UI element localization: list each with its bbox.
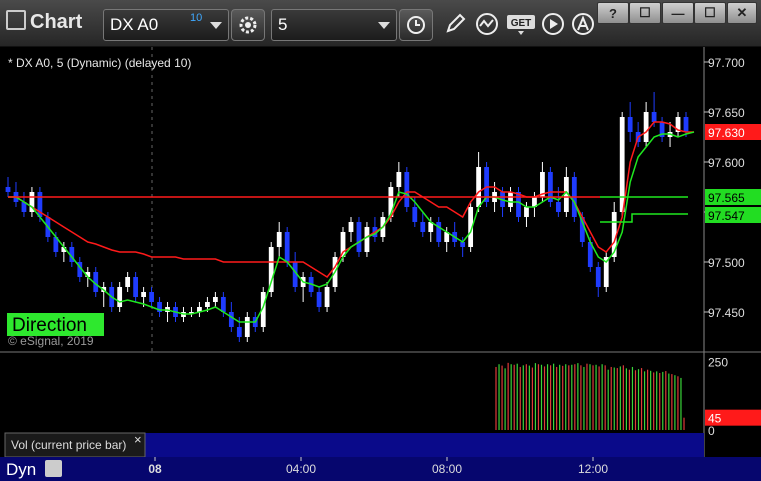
candle-body	[324, 287, 330, 307]
candle-body	[276, 232, 282, 247]
candle-body	[212, 297, 218, 302]
candle-body	[508, 192, 513, 207]
status-label: Dyn	[6, 460, 36, 479]
time-tick-label: 04:00	[286, 462, 316, 476]
time-axis-bar	[0, 457, 761, 481]
candle-body	[436, 222, 442, 242]
candle-body	[651, 112, 657, 122]
candle-body	[149, 292, 154, 302]
candle-body	[643, 112, 649, 142]
candle-body	[595, 267, 601, 287]
candle-body	[356, 222, 362, 252]
price-label: 97.630	[708, 126, 745, 140]
time-tick-label: 12:00	[578, 462, 608, 476]
volume-tick-label: 0	[708, 424, 715, 438]
direction-label: Direction	[12, 315, 87, 336]
candle-body	[236, 327, 242, 337]
volume-current-label: 45	[708, 412, 722, 426]
candle-body	[228, 312, 234, 327]
candle-body	[244, 317, 250, 337]
copyright: © eSignal, 2019	[8, 334, 94, 348]
candle-body	[141, 292, 146, 297]
candle-body	[404, 172, 410, 207]
volume-tick-label: 250	[708, 355, 728, 369]
chart-area[interactable]: * DX A0, 5 (Dynamic) (delayed 10) 97.450…	[0, 0, 761, 481]
candle-body	[348, 222, 354, 232]
price-tick-label: 97.700	[708, 56, 745, 70]
price-tick-label: 97.650	[708, 106, 745, 120]
price-tick-label: 97.500	[708, 256, 745, 270]
candle-body	[364, 227, 370, 252]
time-tick-label: 08	[148, 462, 162, 476]
candle-body	[420, 222, 426, 232]
time-tick-label: 08:00	[432, 462, 462, 476]
lock-icon[interactable]	[45, 460, 62, 477]
chart-header: * DX A0, 5 (Dynamic) (delayed 10)	[8, 56, 191, 70]
price-label: 97.565	[708, 191, 745, 205]
candle-body	[316, 292, 322, 307]
candle-body	[412, 207, 418, 222]
candle-body	[220, 297, 226, 312]
candle-body	[133, 277, 139, 297]
price-tick-label: 97.450	[708, 306, 745, 320]
candle-body	[284, 232, 290, 262]
volume-label: Vol (current price bar)	[11, 438, 126, 452]
candle-body	[683, 117, 689, 132]
candle-body	[516, 192, 521, 217]
candle-body	[396, 172, 402, 187]
candle-body	[627, 117, 633, 132]
candle-body	[476, 167, 482, 207]
candle-body	[524, 207, 529, 217]
candle-body	[205, 302, 210, 307]
price-tick-label: 97.600	[708, 156, 745, 170]
candle-body	[5, 187, 11, 192]
candle-body	[125, 277, 131, 287]
candle-body	[555, 202, 561, 212]
volume-close-icon[interactable]: ×	[134, 432, 142, 447]
price-label: 97.547	[708, 209, 745, 223]
candle-body	[117, 287, 123, 307]
